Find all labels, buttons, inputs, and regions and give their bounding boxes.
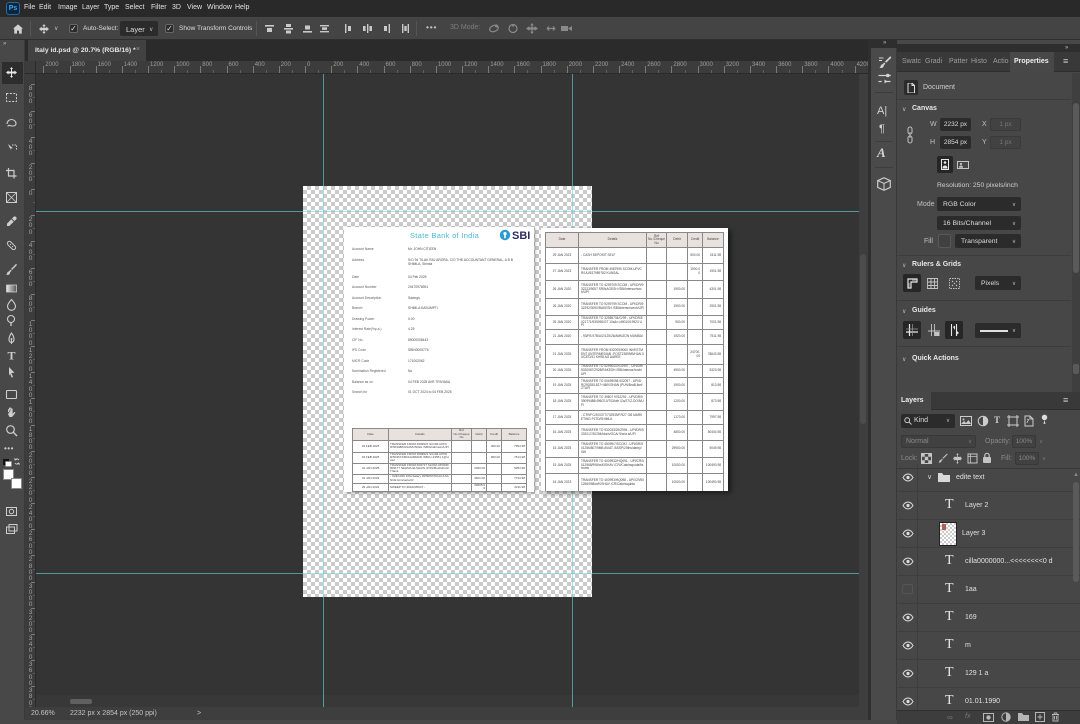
svg-text:T: T xyxy=(7,349,15,362)
svg-text:SBI: SBI xyxy=(512,230,530,241)
